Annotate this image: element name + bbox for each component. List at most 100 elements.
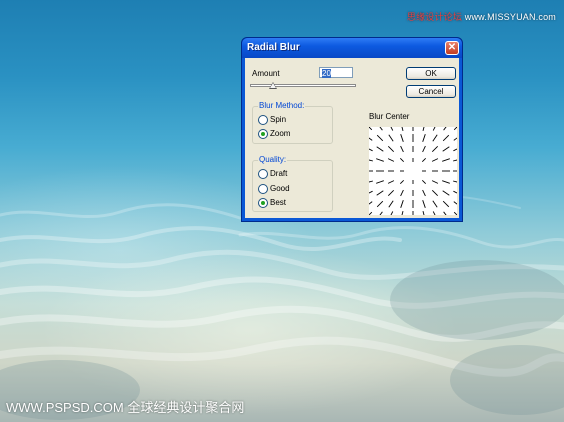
radio-button-icon [258, 115, 268, 125]
blur-ray [431, 180, 439, 184]
blur-ray [422, 189, 426, 197]
cancel-button[interactable]: Cancel [406, 85, 456, 98]
blur-ray [377, 211, 383, 219]
blur-ray [432, 200, 438, 208]
blur-ray [400, 145, 404, 153]
blur-ray [365, 123, 373, 131]
blur-ray [400, 189, 404, 197]
blur-ray [400, 210, 404, 220]
radio-good-label: Good [270, 184, 290, 194]
dialog-client-area: Amount 20 OK Cancel Blur Method: Spin Zo… [245, 58, 462, 220]
radio-button-icon [258, 169, 268, 179]
blur-ray [453, 135, 461, 141]
amount-label: Amount [252, 69, 280, 78]
amount-slider[interactable] [250, 84, 356, 87]
blur-ray [453, 201, 461, 207]
blur-method-group: Blur Method: Spin Zoom [252, 101, 333, 144]
blur-ray [365, 201, 373, 207]
watermark-top-prefix: 思缘设计论坛 [406, 12, 463, 22]
blur-ray [399, 157, 405, 163]
blur-ray [399, 179, 405, 185]
blur-ray [376, 158, 384, 162]
blur-ray [443, 211, 449, 219]
close-icon: ✕ [447, 42, 457, 53]
blur-ray [387, 189, 395, 197]
blur-center-preview[interactable] [364, 122, 462, 220]
blur-ray [442, 134, 450, 142]
radio-draft-label: Draft [270, 169, 288, 179]
blur-ray [400, 200, 404, 208]
amount-slider-thumb[interactable] [269, 82, 277, 89]
blur-ray [376, 134, 384, 142]
blur-ray [388, 123, 394, 131]
blur-ray [431, 158, 439, 162]
blur-ray [364, 158, 374, 162]
blur-ray [365, 211, 373, 219]
blur-ray [431, 145, 439, 153]
blur-ray [365, 135, 373, 141]
blur-ray [422, 122, 426, 132]
blur-ray [400, 122, 404, 132]
blur-ray [452, 180, 462, 184]
close-button[interactable]: ✕ [445, 41, 459, 55]
blur-ray [421, 157, 427, 163]
blur-ray [442, 146, 450, 152]
radial-blur-dialog: Radial Blur ✕ Amount 20 OK Cancel Blur M… [241, 37, 463, 222]
blur-ray [453, 190, 461, 196]
blur-ray [422, 134, 426, 142]
blur-ray [422, 145, 426, 153]
ok-button[interactable]: OK [406, 67, 456, 80]
amount-value: 20 [322, 69, 331, 78]
watermark-top: 思缘设计论坛 www.MISSYUAN.com [407, 10, 556, 23]
blur-ray [364, 180, 374, 184]
dialog-title: Radial Blur [247, 42, 300, 53]
dialog-title-bar[interactable]: Radial Blur ✕ [242, 38, 462, 58]
blur-ray [376, 190, 384, 196]
blur-ray [453, 211, 461, 219]
radio-zoom-label: Zoom [270, 129, 291, 139]
blur-center-label: Blur Center [369, 112, 410, 121]
radio-spin[interactable]: Spin [258, 115, 286, 125]
blur-ray [365, 146, 373, 152]
blur-ray [442, 190, 450, 196]
blur-ray [388, 134, 394, 142]
amount-input[interactable]: 20 [319, 67, 353, 78]
quality-title: Quality: [258, 155, 288, 164]
desktop-background: 思缘设计论坛 www.MISSYUAN.com WWW.PSPSD.COM 全球… [0, 0, 564, 422]
radio-best-label: Best [270, 198, 287, 208]
blur-ray [376, 146, 384, 152]
blur-ray [453, 146, 461, 152]
blur-ray [377, 123, 383, 131]
watermark-bottom: WWW.PSPSD.COM 全球经典设计聚合网 [6, 400, 245, 415]
radio-button-checked-icon [258, 129, 268, 139]
blur-ray [452, 158, 462, 162]
blur-ray [432, 211, 438, 219]
blur-ray [400, 134, 404, 142]
blur-ray [388, 200, 394, 208]
blur-ray [387, 145, 395, 153]
blur-ray [443, 123, 449, 131]
blur-ray [432, 134, 438, 142]
blur-ray [453, 123, 461, 131]
blur-ray [365, 190, 373, 196]
radio-best[interactable]: Best [258, 198, 286, 208]
watermark-top-site: www.MISSYUAN.com [464, 12, 556, 22]
radio-zoom[interactable]: Zoom [258, 129, 290, 139]
blur-ray [442, 180, 450, 184]
blur-ray [387, 180, 395, 184]
blur-ray [376, 180, 384, 184]
blur-ray [387, 158, 395, 162]
blur-ray [422, 200, 426, 208]
blur-ray [376, 200, 384, 208]
radio-button-checked-icon [258, 198, 268, 208]
radio-draft[interactable]: Draft [258, 169, 287, 179]
blur-method-title: Blur Method: [258, 101, 306, 110]
blur-ray [422, 210, 426, 220]
blur-ray [442, 200, 450, 208]
blur-ray [388, 211, 394, 219]
quality-group: Quality: Draft Good Best [252, 155, 333, 212]
radio-good[interactable]: Good [258, 184, 290, 194]
blur-center-grid [364, 122, 462, 220]
radio-button-icon [258, 184, 268, 194]
radio-spin-label: Spin [270, 115, 287, 125]
